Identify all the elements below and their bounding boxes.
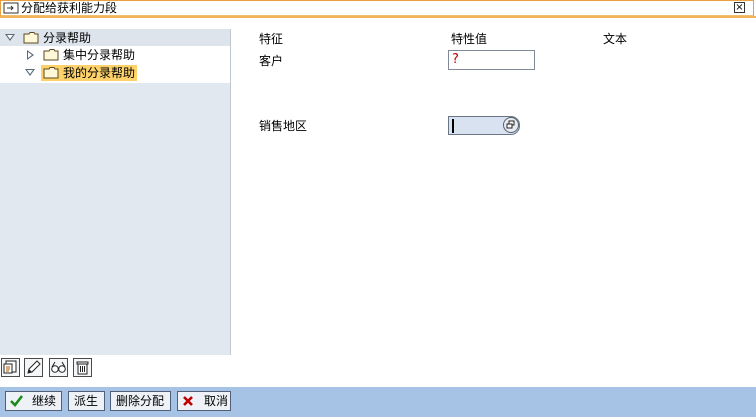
folder-icon bbox=[23, 32, 39, 44]
tree-root-label: 分录帮助 bbox=[43, 31, 92, 45]
cancel-button[interactable]: 取消 bbox=[177, 391, 231, 411]
details-button[interactable] bbox=[1, 358, 20, 377]
column-header-value: 特性值 bbox=[451, 32, 488, 46]
cancel-label: 取消 bbox=[204, 394, 229, 408]
value-help-button[interactable] bbox=[503, 117, 519, 133]
tree-item-my-entry-help[interactable]: 我的分录帮助 bbox=[0, 65, 230, 81]
expand-triangle-icon[interactable] bbox=[5, 34, 15, 41]
check-icon bbox=[10, 395, 24, 407]
collapse-triangle-icon[interactable] bbox=[27, 50, 34, 60]
tree-item-label: 集中分录帮助 bbox=[63, 48, 136, 62]
required-marker: ? bbox=[452, 52, 459, 67]
cancel-x-icon bbox=[183, 396, 193, 406]
derive-button[interactable]: 派生 bbox=[68, 391, 105, 411]
delete-assignment-button[interactable]: 删除分配 bbox=[110, 391, 171, 411]
delete-node-button[interactable] bbox=[73, 358, 92, 377]
continue-label: 继续 bbox=[32, 394, 57, 408]
column-header-text: 文本 bbox=[603, 32, 628, 46]
tree-children: 集中分录帮助 我的分录帮助 bbox=[0, 46, 230, 83]
folder-icon bbox=[43, 49, 59, 61]
window-title-bar: 分配给获利能力段 × bbox=[0, 0, 754, 16]
field-label-customer: 客户 bbox=[259, 54, 284, 68]
window-title: 分配给获利能力段 bbox=[21, 1, 118, 15]
delete-assignment-label: 删除分配 bbox=[116, 394, 165, 408]
customer-input[interactable]: ? bbox=[448, 50, 535, 70]
tree-item-central-entry-help[interactable]: 集中分录帮助 bbox=[0, 47, 230, 63]
glasses-display-icon bbox=[51, 361, 66, 373]
title-accent-line bbox=[0, 16, 756, 18]
footer-toolbar: 继续 派生 删除分配 取消 bbox=[0, 387, 756, 417]
close-icon[interactable]: × bbox=[734, 2, 745, 13]
details-icon bbox=[3, 360, 17, 374]
expand-triangle-icon[interactable] bbox=[25, 69, 35, 76]
column-header-feature: 特征 bbox=[259, 32, 284, 46]
entry-help-tree-panel: 分录帮助 集中分录帮助 我的分录帮助 bbox=[0, 29, 231, 355]
continue-button[interactable]: 继续 bbox=[5, 391, 62, 411]
trash-icon bbox=[76, 361, 89, 375]
window-app-icon bbox=[3, 2, 19, 14]
derive-label: 派生 bbox=[74, 394, 99, 408]
value-help-icon bbox=[506, 120, 515, 129]
tree-item-label: 我的分录帮助 bbox=[63, 66, 136, 80]
edit-pencil-icon bbox=[27, 360, 41, 374]
field-label-sales-region: 销售地区 bbox=[259, 119, 308, 133]
folder-icon bbox=[43, 67, 59, 79]
edit-button[interactable] bbox=[24, 358, 43, 377]
text-cursor bbox=[452, 119, 454, 133]
tree-root-row[interactable]: 分录帮助 bbox=[0, 29, 230, 47]
display-button[interactable] bbox=[49, 358, 68, 377]
